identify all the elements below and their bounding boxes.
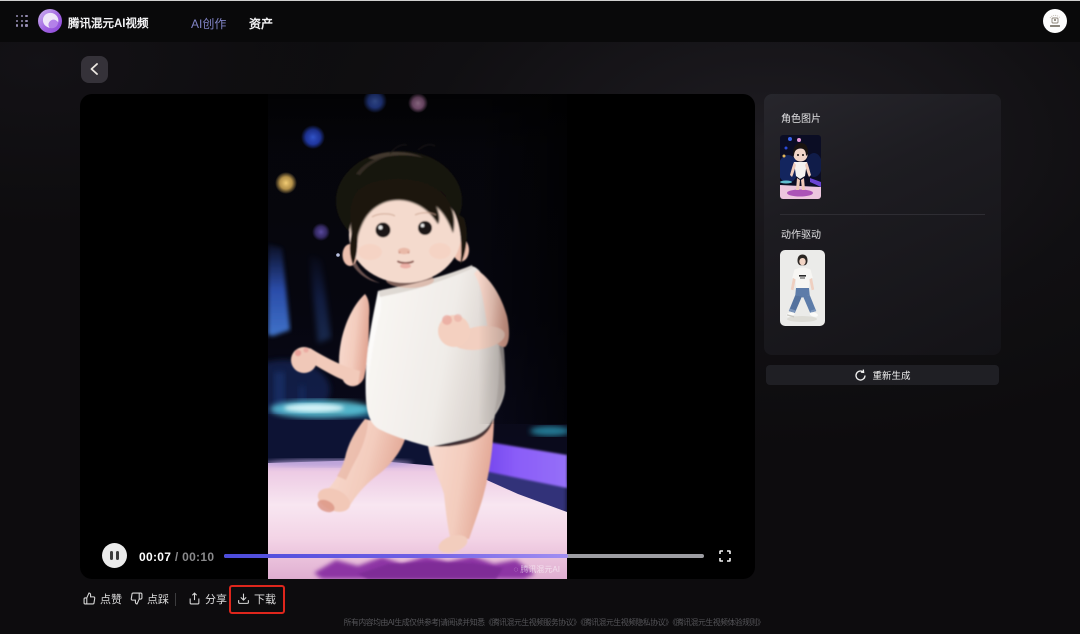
svg-text:◌ 腾讯混元AI: ◌ 腾讯混元AI xyxy=(513,564,560,574)
